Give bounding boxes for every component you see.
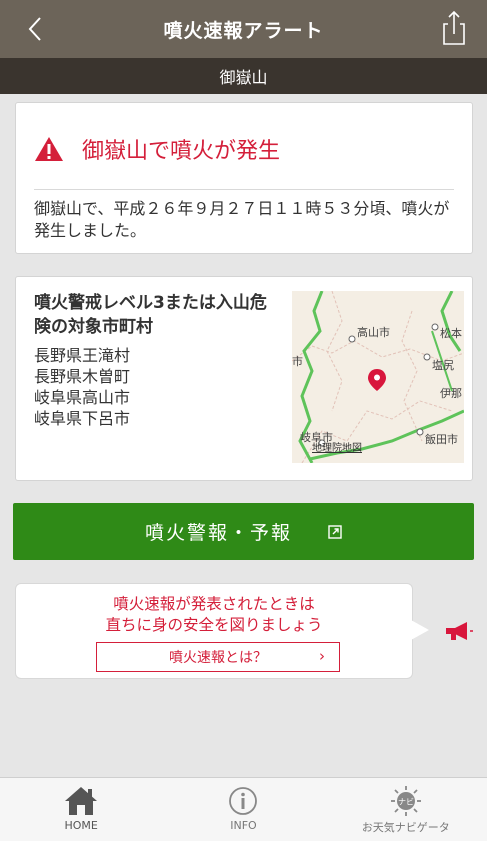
- map-label: 高山市: [357, 325, 390, 339]
- map-label: 岐阜市: [300, 430, 333, 444]
- notice-message: 噴火速報が発表されたときは 直ちに身の安全を図りましょう: [16, 594, 412, 636]
- list-item: 岐阜県高山市: [34, 388, 131, 407]
- navi-badge: ナビ: [398, 798, 414, 807]
- tab-weather-navigator[interactable]: ナビ お天気ナビゲータ: [325, 778, 487, 841]
- notice-line-1: 噴火速報が発表されたときは: [113, 595, 315, 613]
- tab-label: HOME: [64, 819, 98, 832]
- map-credit[interactable]: 地理院地図: [312, 441, 362, 454]
- back-button[interactable]: [22, 12, 52, 46]
- tab-label: お天気ナビゲータ: [361, 821, 450, 834]
- safety-notice-bubble: 噴火速報が発表されたときは 直ちに身の安全を図りましょう 噴火速報とは？ ›: [15, 583, 413, 679]
- notice-line-2: 直ちに身の安全を図りましょう: [105, 616, 323, 634]
- level-title: 噴火警戒レベル3または入山危険の対象市町村: [34, 293, 267, 337]
- volcano-map[interactable]: 高山市 松本 塩尻 伊那 飯田市 岐阜市 市 地理院地図: [292, 291, 464, 463]
- forecast-button-label: 噴火警報・予報: [144, 522, 292, 544]
- eruption-alert-card: 御嶽山で噴火が発生 御嶽山で、平成２６年９月２７日１１時５３分頃、噴火が発生しま…: [15, 102, 473, 254]
- tab-label: INFO: [230, 819, 257, 832]
- chevron-left-icon: [28, 17, 41, 41]
- home-icon: [65, 787, 98, 815]
- divider: [34, 189, 454, 190]
- tab-home[interactable]: HOME: [0, 778, 162, 841]
- bubble-tail: [411, 620, 429, 640]
- megaphone-icon: [446, 622, 473, 640]
- chevron-right-icon: ›: [319, 647, 325, 665]
- map-label: 市: [292, 354, 303, 368]
- alert-level-card[interactable]: 噴火警戒レベル3または入山危険の対象市町村 長野県王滝村 長野県木曽町 岐阜県高…: [15, 276, 473, 481]
- bottom-tab-bar: HOME INFO ナビ お天気ナビゲータ: [0, 777, 487, 841]
- map-label: 伊那: [440, 387, 462, 400]
- page-title: 噴火速報アラート: [163, 19, 324, 42]
- list-item: 長野県王滝村: [34, 346, 131, 365]
- share-icon: [443, 10, 465, 45]
- map-label: 松本: [440, 326, 462, 340]
- warning-triangle-icon: [35, 137, 63, 161]
- navi-sun-icon: ナビ: [390, 786, 421, 816]
- external-link-icon: [328, 524, 342, 539]
- app-header: 噴火速報アラート: [0, 0, 487, 58]
- list-item: 長野県木曽町: [34, 367, 131, 386]
- town-list: 長野県王滝村 長野県木曽町 岐阜県高山市 岐阜県下呂市: [34, 345, 130, 429]
- what-is-eruption-alert-link[interactable]: 噴火速報とは？ ›: [96, 642, 340, 672]
- list-item: 岐阜県下呂市: [34, 409, 131, 428]
- share-button[interactable]: [439, 8, 469, 48]
- volcano-name-bar: 御嶽山: [0, 58, 487, 94]
- alert-heading: 御嶽山で噴火が発生: [34, 133, 280, 165]
- link-label: 噴火速報とは？: [169, 650, 267, 666]
- volcano-name: 御嶽山: [219, 68, 268, 87]
- alert-title: 御嶽山で噴火が発生: [82, 139, 281, 164]
- tab-info[interactable]: INFO: [162, 778, 324, 841]
- map-label: 飯田市: [425, 432, 458, 446]
- info-icon: [229, 787, 258, 815]
- volcano-forecast-button[interactable]: 噴火警報・予報: [13, 503, 474, 560]
- map-label: 塩尻: [432, 358, 454, 372]
- alert-body: 御嶽山で、平成２６年９月２７日１１時５３分頃、噴火が発生しました。: [34, 199, 450, 240]
